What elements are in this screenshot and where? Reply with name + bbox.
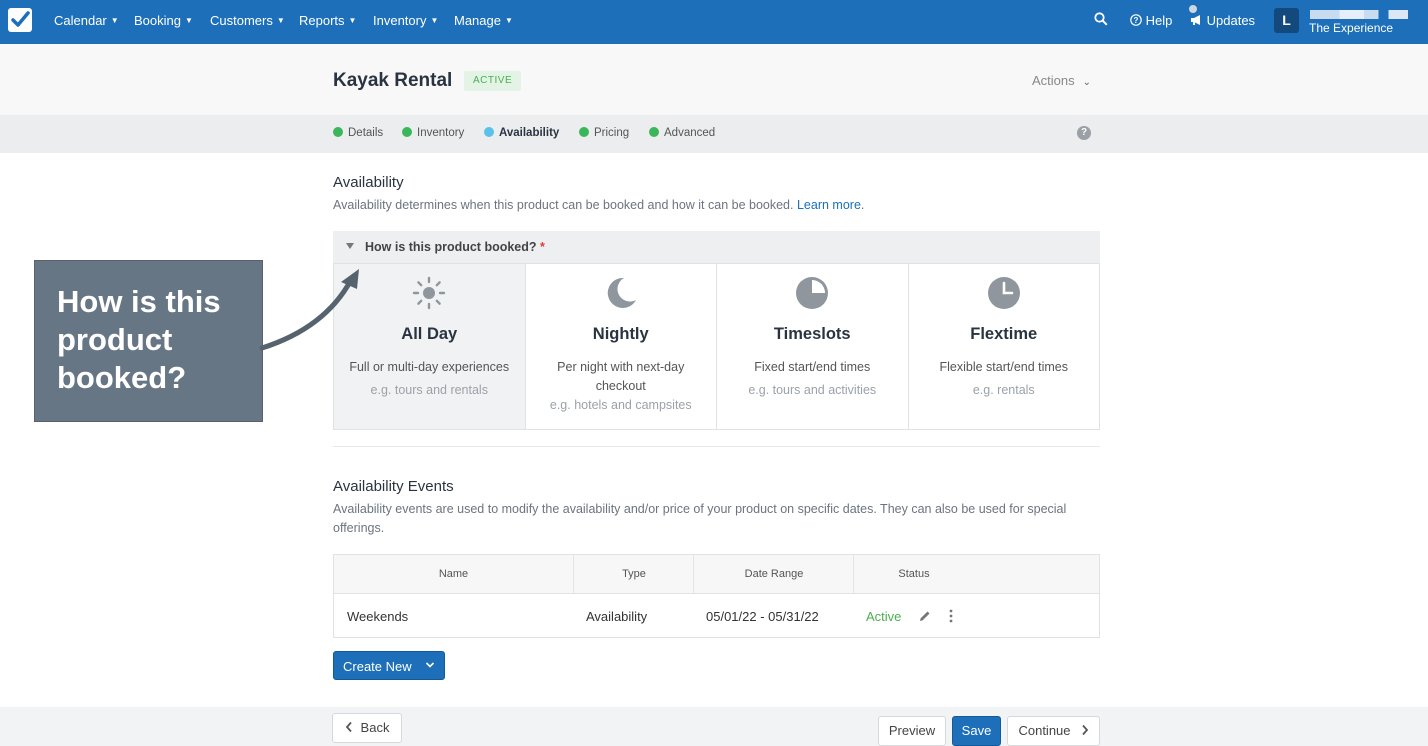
preview-button[interactable]: Preview: [878, 716, 946, 746]
nav-inventory[interactable]: Inventory ▼: [373, 13, 438, 28]
nav-booking[interactable]: Booking ▼: [134, 13, 193, 28]
option-timeslots[interactable]: Timeslots Fixed start/end times e.g. tour…: [717, 264, 909, 429]
chevron-left-icon: [345, 721, 352, 733]
annotation-callout: How is this product booked?: [34, 260, 263, 422]
back-button[interactable]: Back: [332, 713, 402, 743]
megaphone-icon: [1191, 15, 1200, 25]
page-title: Kayak Rental: [333, 70, 453, 91]
chevron-down-icon: [425, 661, 435, 672]
caret-down-icon: ▼: [348, 16, 357, 25]
event-name[interactable]: Weekends: [347, 609, 408, 624]
caret-down-icon: ▼: [430, 16, 439, 25]
caret-down-icon: ▼: [110, 16, 119, 25]
annotation-arrow-icon: [259, 269, 359, 351]
availability-description: Availability determines when this produc…: [333, 198, 865, 212]
status-badge: ACTIVE: [464, 71, 522, 91]
step-status-dot: [484, 127, 494, 137]
column-header-type[interactable]: Type: [574, 568, 694, 580]
nav-reports[interactable]: Reports ▼: [299, 13, 356, 28]
nav-calendar[interactable]: Calendar ▼: [54, 13, 119, 28]
step-status-dot: [649, 127, 659, 137]
caret-down-icon: ▼: [504, 16, 513, 25]
step-pricing[interactable]: Pricing: [579, 127, 629, 139]
chevron-right-icon: [1081, 724, 1088, 736]
booking-type-accordion[interactable]: How is this product booked? *: [333, 231, 1100, 263]
create-new-button[interactable]: Create New: [333, 651, 445, 680]
booking-type-question: How is this product booked? *: [365, 240, 545, 254]
callout-text: How is this product booked?: [57, 284, 221, 395]
events-description: Availability events are used to modify t…: [333, 502, 1067, 535]
option-description: Per night with next-day checkout e.g. hot…: [549, 360, 692, 412]
avatar[interactable]: L: [1274, 8, 1299, 33]
option-name: Flextime: [970, 325, 1038, 343]
option-description: Fixed start/end times e.g. tours and acti…: [748, 360, 877, 397]
account-email-redacted: [1310, 10, 1408, 19]
moon-icon: [607, 277, 636, 308]
sun-icon: [413, 276, 446, 310]
event-date-range: 05/01/22 - 05/31/22: [706, 609, 819, 624]
step-status-dot: [579, 127, 589, 137]
option-name: Nightly: [592, 325, 649, 343]
event-type: Availability: [586, 609, 648, 624]
option-nightly[interactable]: Nightly Per night with next-day checkout…: [525, 264, 717, 429]
footer-bar: [0, 707, 1428, 746]
availability-title: Availability: [333, 174, 404, 191]
column-header-status[interactable]: Status: [854, 568, 974, 580]
clock-icon: [987, 277, 1020, 309]
svg-text:?: ?: [1134, 16, 1139, 25]
step-inventory[interactable]: Inventory: [402, 127, 464, 139]
events-title: Availability Events: [333, 478, 454, 495]
continue-button[interactable]: Continue: [1007, 716, 1100, 746]
caret-down-icon: ▼: [184, 16, 193, 25]
events-table: Name Type Date Range Status Weekends Ava…: [333, 554, 1100, 638]
updates-link[interactable]: Updates: [1190, 13, 1255, 28]
search-icon[interactable]: [1094, 12, 1108, 29]
section-divider: [333, 446, 1100, 447]
help-circle-icon: ?: [1130, 14, 1142, 26]
option-description: Full or multi-day experiences e.g. tours …: [349, 360, 510, 397]
event-status: Active: [866, 609, 902, 624]
app-logo-checkmark-icon[interactable]: [8, 8, 32, 32]
chevron-down-icon: ⌄: [1082, 77, 1092, 88]
nav-customers[interactable]: Customers ▼: [210, 13, 285, 28]
help-question-icon[interactable]: ?: [1077, 126, 1091, 140]
learn-more-link[interactable]: Learn more: [797, 198, 861, 212]
step-availability[interactable]: Availability: [484, 127, 559, 139]
more-vertical-icon[interactable]: [949, 609, 953, 623]
step-status-dot: [402, 127, 412, 137]
pencil-icon[interactable]: [919, 610, 931, 622]
actions-dropdown[interactable]: Actions ⌄: [1032, 73, 1091, 88]
option-description: Flexible start/end times e.g. rentals: [939, 360, 1069, 397]
collapse-triangle-icon: [346, 243, 354, 249]
caret-down-icon: ▼: [276, 16, 285, 25]
help-link[interactable]: ? Help: [1130, 13, 1172, 28]
nav-manage[interactable]: Manage ▼: [454, 13, 513, 28]
booking-type-options: All Day Full or multi-day experiences e.g…: [333, 263, 1100, 430]
option-flextime[interactable]: Flextime Flexible start/end times e.g. re…: [908, 264, 1099, 429]
updates-notification-dot: [1189, 5, 1197, 13]
step-details[interactable]: Details: [333, 127, 383, 139]
option-name: Timeslots: [773, 325, 851, 343]
column-header-date-range[interactable]: Date Range: [694, 568, 854, 580]
step-advanced[interactable]: Advanced: [649, 127, 715, 139]
pie-clock-icon: [796, 277, 829, 309]
save-button[interactable]: Save: [952, 716, 1001, 746]
top-navbar: Calendar ▼ Booking ▼ Customers ▼ Reports ▼ I…: [0, 0, 1428, 44]
page-header: [0, 44, 1428, 115]
step-status-dot: [333, 127, 343, 137]
table-header: Name Type Date Range Status: [334, 555, 1099, 594]
account-name[interactable]: The Experience: [1309, 21, 1393, 35]
column-header-name[interactable]: Name: [334, 568, 573, 580]
